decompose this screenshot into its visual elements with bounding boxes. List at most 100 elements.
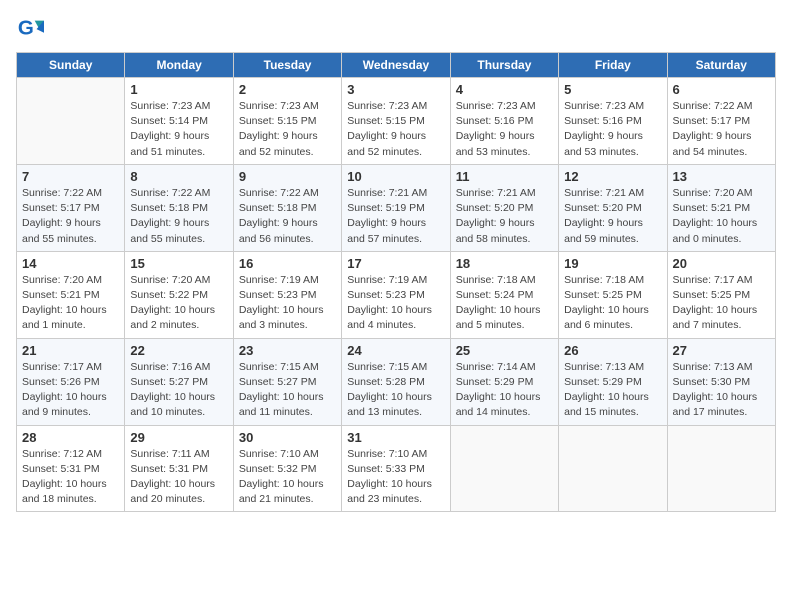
day-number: 25 xyxy=(456,343,553,358)
day-info: Sunrise: 7:20 AMSunset: 5:22 PMDaylight:… xyxy=(130,273,227,334)
day-info: Sunrise: 7:23 AMSunset: 5:16 PMDaylight:… xyxy=(456,99,553,160)
calendar-cell: 8 Sunrise: 7:22 AMSunset: 5:18 PMDayligh… xyxy=(125,164,233,251)
calendar-table: SundayMondayTuesdayWednesdayThursdayFrid… xyxy=(16,52,776,512)
day-number: 10 xyxy=(347,169,444,184)
calendar-cell: 25 Sunrise: 7:14 AMSunset: 5:29 PMDaylig… xyxy=(450,338,558,425)
day-number: 20 xyxy=(673,256,770,271)
day-number: 3 xyxy=(347,82,444,97)
calendar-cell: 18 Sunrise: 7:18 AMSunset: 5:24 PMDaylig… xyxy=(450,251,558,338)
day-number: 9 xyxy=(239,169,336,184)
day-number: 19 xyxy=(564,256,661,271)
day-info: Sunrise: 7:11 AMSunset: 5:31 PMDaylight:… xyxy=(130,447,227,508)
day-number: 7 xyxy=(22,169,119,184)
calendar-cell: 27 Sunrise: 7:13 AMSunset: 5:30 PMDaylig… xyxy=(667,338,775,425)
day-number: 18 xyxy=(456,256,553,271)
day-number: 27 xyxy=(673,343,770,358)
day-info: Sunrise: 7:15 AMSunset: 5:28 PMDaylight:… xyxy=(347,360,444,421)
calendar-cell: 22 Sunrise: 7:16 AMSunset: 5:27 PMDaylig… xyxy=(125,338,233,425)
day-header-thursday: Thursday xyxy=(450,53,558,78)
calendar-week-row: 14 Sunrise: 7:20 AMSunset: 5:21 PMDaylig… xyxy=(17,251,776,338)
day-info: Sunrise: 7:20 AMSunset: 5:21 PMDaylight:… xyxy=(22,273,119,334)
day-info: Sunrise: 7:19 AMSunset: 5:23 PMDaylight:… xyxy=(347,273,444,334)
day-info: Sunrise: 7:22 AMSunset: 5:18 PMDaylight:… xyxy=(239,186,336,247)
calendar-cell: 9 Sunrise: 7:22 AMSunset: 5:18 PMDayligh… xyxy=(233,164,341,251)
day-header-tuesday: Tuesday xyxy=(233,53,341,78)
calendar-week-row: 1 Sunrise: 7:23 AMSunset: 5:14 PMDayligh… xyxy=(17,78,776,165)
calendar-cell: 6 Sunrise: 7:22 AMSunset: 5:17 PMDayligh… xyxy=(667,78,775,165)
calendar-cell: 19 Sunrise: 7:18 AMSunset: 5:25 PMDaylig… xyxy=(559,251,667,338)
calendar-cell xyxy=(17,78,125,165)
day-number: 24 xyxy=(347,343,444,358)
day-info: Sunrise: 7:18 AMSunset: 5:24 PMDaylight:… xyxy=(456,273,553,334)
calendar-cell xyxy=(559,425,667,512)
logo-icon: G xyxy=(16,16,44,44)
day-info: Sunrise: 7:22 AMSunset: 5:18 PMDaylight:… xyxy=(130,186,227,247)
calendar-cell: 7 Sunrise: 7:22 AMSunset: 5:17 PMDayligh… xyxy=(17,164,125,251)
day-info: Sunrise: 7:10 AMSunset: 5:33 PMDaylight:… xyxy=(347,447,444,508)
day-number: 6 xyxy=(673,82,770,97)
day-number: 4 xyxy=(456,82,553,97)
day-info: Sunrise: 7:17 AMSunset: 5:25 PMDaylight:… xyxy=(673,273,770,334)
calendar-cell: 5 Sunrise: 7:23 AMSunset: 5:16 PMDayligh… xyxy=(559,78,667,165)
day-info: Sunrise: 7:23 AMSunset: 5:15 PMDaylight:… xyxy=(239,99,336,160)
day-info: Sunrise: 7:23 AMSunset: 5:16 PMDaylight:… xyxy=(564,99,661,160)
day-number: 28 xyxy=(22,430,119,445)
day-number: 11 xyxy=(456,169,553,184)
day-header-monday: Monday xyxy=(125,53,233,78)
calendar-cell: 12 Sunrise: 7:21 AMSunset: 5:20 PMDaylig… xyxy=(559,164,667,251)
calendar-cell: 1 Sunrise: 7:23 AMSunset: 5:14 PMDayligh… xyxy=(125,78,233,165)
day-info: Sunrise: 7:19 AMSunset: 5:23 PMDaylight:… xyxy=(239,273,336,334)
day-number: 30 xyxy=(239,430,336,445)
day-number: 31 xyxy=(347,430,444,445)
day-number: 1 xyxy=(130,82,227,97)
day-info: Sunrise: 7:12 AMSunset: 5:31 PMDaylight:… xyxy=(22,447,119,508)
day-info: Sunrise: 7:13 AMSunset: 5:30 PMDaylight:… xyxy=(673,360,770,421)
day-info: Sunrise: 7:21 AMSunset: 5:19 PMDaylight:… xyxy=(347,186,444,247)
day-number: 14 xyxy=(22,256,119,271)
day-number: 21 xyxy=(22,343,119,358)
day-info: Sunrise: 7:18 AMSunset: 5:25 PMDaylight:… xyxy=(564,273,661,334)
calendar-cell: 31 Sunrise: 7:10 AMSunset: 5:33 PMDaylig… xyxy=(342,425,450,512)
logo: G xyxy=(16,16,48,44)
calendar-cell: 17 Sunrise: 7:19 AMSunset: 5:23 PMDaylig… xyxy=(342,251,450,338)
day-info: Sunrise: 7:22 AMSunset: 5:17 PMDaylight:… xyxy=(673,99,770,160)
day-number: 17 xyxy=(347,256,444,271)
day-info: Sunrise: 7:22 AMSunset: 5:17 PMDaylight:… xyxy=(22,186,119,247)
day-header-friday: Friday xyxy=(559,53,667,78)
day-number: 22 xyxy=(130,343,227,358)
day-info: Sunrise: 7:10 AMSunset: 5:32 PMDaylight:… xyxy=(239,447,336,508)
calendar-cell: 23 Sunrise: 7:15 AMSunset: 5:27 PMDaylig… xyxy=(233,338,341,425)
day-info: Sunrise: 7:20 AMSunset: 5:21 PMDaylight:… xyxy=(673,186,770,247)
day-info: Sunrise: 7:17 AMSunset: 5:26 PMDaylight:… xyxy=(22,360,119,421)
day-info: Sunrise: 7:13 AMSunset: 5:29 PMDaylight:… xyxy=(564,360,661,421)
calendar-week-row: 21 Sunrise: 7:17 AMSunset: 5:26 PMDaylig… xyxy=(17,338,776,425)
day-number: 26 xyxy=(564,343,661,358)
calendar-cell: 14 Sunrise: 7:20 AMSunset: 5:21 PMDaylig… xyxy=(17,251,125,338)
day-number: 15 xyxy=(130,256,227,271)
calendar-cell: 3 Sunrise: 7:23 AMSunset: 5:15 PMDayligh… xyxy=(342,78,450,165)
day-number: 2 xyxy=(239,82,336,97)
day-number: 5 xyxy=(564,82,661,97)
day-info: Sunrise: 7:14 AMSunset: 5:29 PMDaylight:… xyxy=(456,360,553,421)
calendar-cell: 20 Sunrise: 7:17 AMSunset: 5:25 PMDaylig… xyxy=(667,251,775,338)
calendar-cell: 26 Sunrise: 7:13 AMSunset: 5:29 PMDaylig… xyxy=(559,338,667,425)
day-header-saturday: Saturday xyxy=(667,53,775,78)
calendar-cell: 28 Sunrise: 7:12 AMSunset: 5:31 PMDaylig… xyxy=(17,425,125,512)
calendar-cell: 29 Sunrise: 7:11 AMSunset: 5:31 PMDaylig… xyxy=(125,425,233,512)
calendar-week-row: 7 Sunrise: 7:22 AMSunset: 5:17 PMDayligh… xyxy=(17,164,776,251)
calendar-cell: 2 Sunrise: 7:23 AMSunset: 5:15 PMDayligh… xyxy=(233,78,341,165)
day-number: 8 xyxy=(130,169,227,184)
day-header-sunday: Sunday xyxy=(17,53,125,78)
day-number: 13 xyxy=(673,169,770,184)
day-info: Sunrise: 7:23 AMSunset: 5:14 PMDaylight:… xyxy=(130,99,227,160)
calendar-cell: 16 Sunrise: 7:19 AMSunset: 5:23 PMDaylig… xyxy=(233,251,341,338)
calendar-cell: 4 Sunrise: 7:23 AMSunset: 5:16 PMDayligh… xyxy=(450,78,558,165)
day-info: Sunrise: 7:23 AMSunset: 5:15 PMDaylight:… xyxy=(347,99,444,160)
day-header-wednesday: Wednesday xyxy=(342,53,450,78)
calendar-cell: 15 Sunrise: 7:20 AMSunset: 5:22 PMDaylig… xyxy=(125,251,233,338)
calendar-cell: 24 Sunrise: 7:15 AMSunset: 5:28 PMDaylig… xyxy=(342,338,450,425)
day-info: Sunrise: 7:16 AMSunset: 5:27 PMDaylight:… xyxy=(130,360,227,421)
calendar-week-row: 28 Sunrise: 7:12 AMSunset: 5:31 PMDaylig… xyxy=(17,425,776,512)
calendar-cell: 30 Sunrise: 7:10 AMSunset: 5:32 PMDaylig… xyxy=(233,425,341,512)
calendar-cell xyxy=(450,425,558,512)
